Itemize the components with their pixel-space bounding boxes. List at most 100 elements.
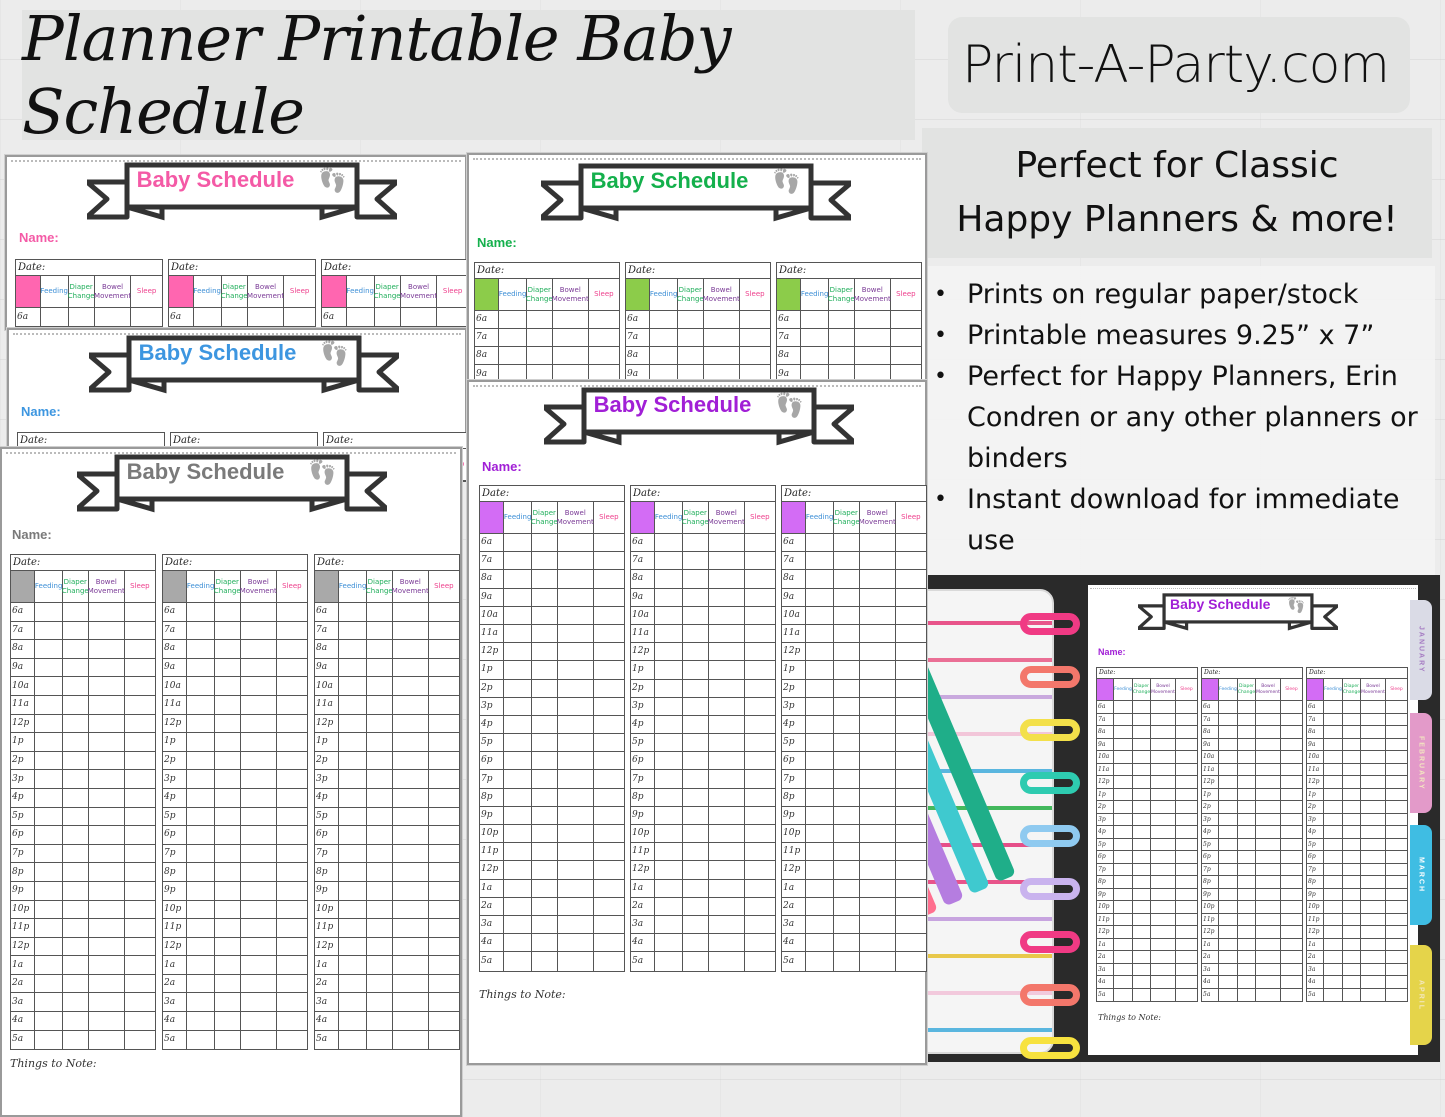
- entry-cell[interactable]: [532, 534, 558, 552]
- entry-cell[interactable]: [1324, 988, 1343, 1001]
- entry-cell[interactable]: [89, 1012, 125, 1030]
- entry-cell[interactable]: [860, 534, 896, 552]
- entry-cell[interactable]: [1114, 976, 1133, 988]
- entry-cell[interactable]: [1386, 951, 1407, 963]
- entry-cell[interactable]: [594, 807, 624, 824]
- entry-cell[interactable]: [1281, 726, 1302, 738]
- entry-cell[interactable]: [339, 974, 367, 993]
- entry-cell[interactable]: [393, 900, 429, 919]
- entry-cell[interactable]: [740, 329, 770, 346]
- entry-cell[interactable]: [683, 806, 709, 824]
- entry-cell[interactable]: [1343, 876, 1361, 888]
- entry-cell[interactable]: [429, 733, 459, 751]
- entry-cell[interactable]: [1133, 813, 1151, 825]
- entry-cell[interactable]: [89, 956, 125, 974]
- entry-cell[interactable]: [215, 751, 241, 770]
- entry-cell[interactable]: [187, 658, 215, 677]
- entry-cell[interactable]: [1219, 988, 1238, 1001]
- entry-cell[interactable]: [63, 695, 89, 714]
- entry-cell[interactable]: [1151, 738, 1176, 750]
- entry-cell[interactable]: [806, 588, 834, 606]
- entry-cell[interactable]: [1361, 851, 1386, 863]
- entry-cell[interactable]: [89, 677, 125, 695]
- entry-cell[interactable]: [1176, 839, 1197, 851]
- entry-cell[interactable]: [89, 695, 125, 714]
- entry-cell[interactable]: [1151, 988, 1176, 1001]
- entry-cell[interactable]: [1361, 926, 1386, 938]
- entry-cell[interactable]: [709, 752, 745, 770]
- entry-cell[interactable]: [834, 879, 860, 897]
- entry-cell[interactable]: [1114, 951, 1133, 963]
- entry-cell[interactable]: [558, 934, 594, 952]
- entry-cell[interactable]: [1343, 826, 1361, 838]
- entry-cell[interactable]: [429, 752, 459, 770]
- entry-cell[interactable]: [558, 879, 594, 897]
- entry-cell[interactable]: [655, 606, 683, 624]
- entry-cell[interactable]: [1238, 701, 1256, 713]
- entry-cell[interactable]: [1361, 963, 1386, 975]
- entry-cell[interactable]: [532, 752, 558, 770]
- entry-cell[interactable]: [1343, 726, 1361, 738]
- entry-cell[interactable]: [1343, 713, 1361, 725]
- entry-cell[interactable]: [655, 861, 683, 879]
- entry-cell[interactable]: [1219, 926, 1238, 938]
- entry-cell[interactable]: [896, 661, 926, 678]
- entry-cell[interactable]: [806, 606, 834, 624]
- entry-cell[interactable]: [241, 956, 277, 974]
- entry-cell[interactable]: [1256, 876, 1281, 888]
- entry-cell[interactable]: [655, 679, 683, 697]
- entry-cell[interactable]: [855, 311, 891, 328]
- entry-cell[interactable]: [1361, 826, 1386, 838]
- entry-cell[interactable]: [125, 752, 155, 770]
- entry-cell[interactable]: [504, 570, 532, 588]
- entry-cell[interactable]: [709, 770, 745, 788]
- entry-cell[interactable]: [95, 308, 132, 326]
- entry-cell[interactable]: [1219, 876, 1238, 888]
- entry-cell[interactable]: [1238, 776, 1256, 788]
- entry-cell[interactable]: [806, 661, 834, 679]
- entry-cell[interactable]: [683, 952, 709, 971]
- entry-cell[interactable]: [834, 697, 860, 715]
- entry-cell[interactable]: [429, 882, 459, 900]
- entry-cell[interactable]: [1133, 938, 1151, 950]
- entry-cell[interactable]: [1176, 914, 1197, 926]
- entry-cell[interactable]: [678, 311, 704, 328]
- entry-cell[interactable]: [1361, 876, 1386, 888]
- entry-cell[interactable]: [709, 825, 745, 843]
- entry-cell[interactable]: [125, 826, 155, 844]
- entry-cell[interactable]: [215, 770, 241, 788]
- entry-cell[interactable]: [125, 715, 155, 733]
- entry-cell[interactable]: [1238, 901, 1256, 913]
- entry-cell[interactable]: [215, 640, 241, 658]
- entry-cell[interactable]: [558, 861, 594, 879]
- entry-cell[interactable]: [125, 919, 155, 937]
- entry-cell[interactable]: [277, 975, 307, 993]
- entry-cell[interactable]: [63, 881, 89, 900]
- entry-cell[interactable]: [241, 844, 277, 863]
- entry-cell[interactable]: [1256, 788, 1281, 800]
- entry-cell[interactable]: [896, 861, 926, 878]
- entry-cell[interactable]: [655, 952, 683, 971]
- entry-cell[interactable]: [834, 679, 860, 697]
- entry-cell[interactable]: [709, 679, 745, 697]
- entry-cell[interactable]: [1133, 713, 1151, 725]
- entry-cell[interactable]: [532, 861, 558, 879]
- entry-cell[interactable]: [1361, 888, 1386, 900]
- entry-cell[interactable]: [745, 570, 775, 587]
- entry-cell[interactable]: [558, 752, 594, 770]
- entry-cell[interactable]: [1133, 901, 1151, 913]
- entry-cell[interactable]: [655, 588, 683, 606]
- entry-cell[interactable]: [683, 679, 709, 697]
- entry-cell[interactable]: [1324, 863, 1343, 875]
- entry-cell[interactable]: [683, 897, 709, 915]
- entry-cell[interactable]: [806, 879, 834, 897]
- entry-cell[interactable]: [89, 881, 125, 900]
- entry-cell[interactable]: [1386, 789, 1407, 801]
- entry-cell[interactable]: [1219, 951, 1238, 963]
- entry-cell[interactable]: [558, 606, 594, 624]
- entry-cell[interactable]: [367, 1012, 393, 1030]
- entry-cell[interactable]: [187, 788, 215, 807]
- entry-cell[interactable]: [1176, 751, 1197, 763]
- entry-cell[interactable]: [499, 311, 527, 328]
- entry-cell[interactable]: [896, 534, 926, 551]
